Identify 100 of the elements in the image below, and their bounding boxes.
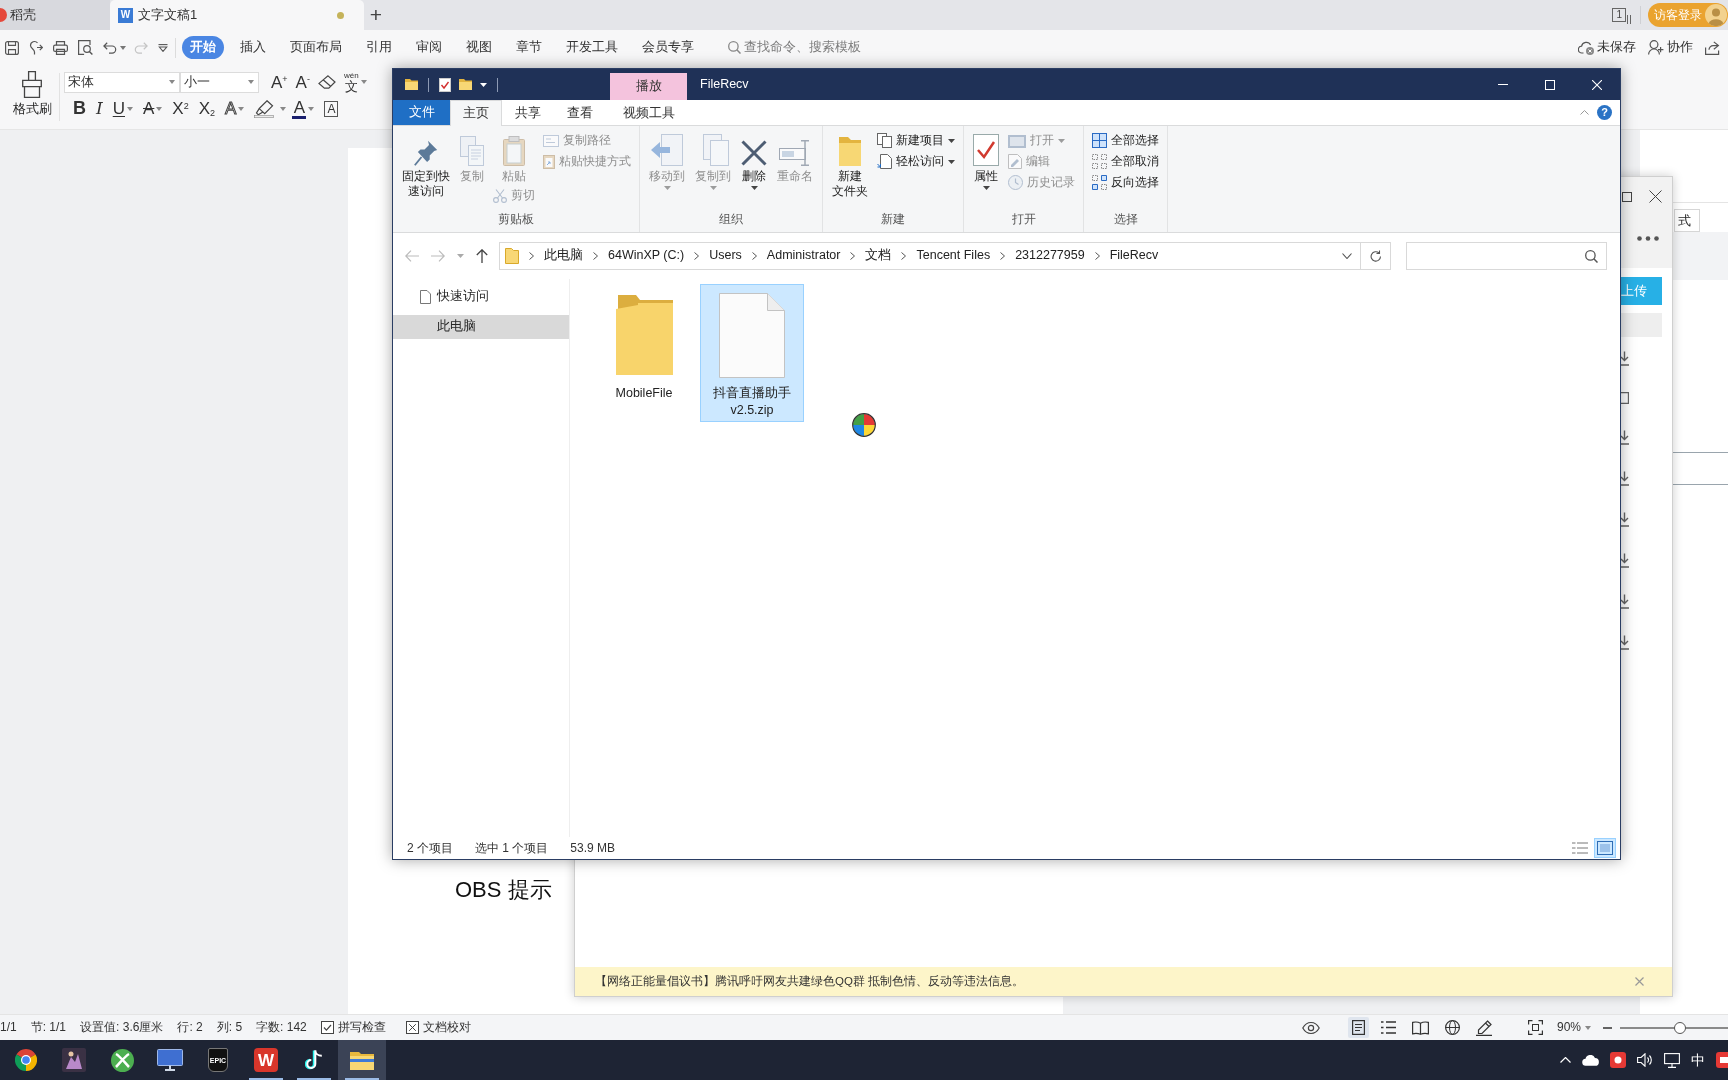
- taskbar-button[interactable]: W: [242, 1040, 290, 1080]
- folder-icon[interactable]: [405, 79, 418, 90]
- ribbon-tab[interactable]: 共享: [502, 100, 554, 126]
- folder-icon[interactable]: [459, 79, 472, 90]
- export-icon[interactable]: [29, 40, 43, 55]
- save-status-button[interactable]: 未保存: [1578, 39, 1636, 56]
- refresh-button[interactable]: [1361, 242, 1391, 270]
- new-folder-button[interactable]: 新建 文件夹: [829, 130, 871, 200]
- menu-tab[interactable]: 插入: [232, 36, 274, 59]
- print-preview-icon[interactable]: [78, 40, 93, 55]
- network-icon[interactable]: [1664, 1052, 1680, 1068]
- underline-button[interactable]: U: [108, 98, 137, 119]
- invert-button[interactable]: 反向选择: [1090, 172, 1161, 193]
- download-icon[interactable]: [1620, 430, 1629, 445]
- nav-item[interactable]: 快速访问: [393, 285, 569, 309]
- taskbar-button[interactable]: [338, 1040, 386, 1080]
- select-none-button[interactable]: 全部取消: [1090, 151, 1161, 172]
- document-tab[interactable]: W 文字文稿1: [110, 0, 364, 30]
- cloud-icon[interactable]: [1582, 1054, 1599, 1066]
- eraser-icon[interactable]: [317, 75, 336, 89]
- help-button[interactable]: ?: [1597, 105, 1612, 120]
- zoom-out-icon[interactable]: [1603, 1026, 1612, 1029]
- input-field[interactable]: [1620, 313, 1662, 337]
- minimize-icon[interactable]: [1497, 84, 1508, 85]
- save-icon[interactable]: [5, 40, 19, 55]
- new-item-button[interactable]: 新建项目: [875, 130, 957, 151]
- download-icon[interactable]: [1620, 635, 1629, 650]
- view-mode-button[interactable]: [1347, 1017, 1369, 1038]
- download-icon[interactable]: [1620, 594, 1629, 609]
- text-effect-button[interactable]: A: [221, 98, 249, 119]
- address-bar[interactable]: 此电脑 64WinXP (C:) Users Administrator 文档 Tencent Files 2312277959 FileRecv: [499, 242, 1361, 270]
- strikethrough-button[interactable]: A: [139, 98, 167, 119]
- font-size-field[interactable]: 小一: [180, 71, 259, 93]
- folder-item[interactable]: MobileFile: [592, 284, 696, 405]
- menu-tab[interactable]: 页面布局: [282, 36, 350, 59]
- breadcrumb[interactable]: Tencent Files: [916, 248, 991, 264]
- maximize-icon[interactable]: [1622, 191, 1632, 202]
- chevron-down-icon[interactable]: [1342, 253, 1352, 259]
- spell-check-button[interactable]: 拼写检查: [320, 1020, 386, 1035]
- format-painter-button[interactable]: 格式刷: [9, 65, 55, 129]
- document-tab[interactable]: 稻壳: [0, 0, 110, 30]
- breadcrumb[interactable]: Users: [709, 248, 742, 264]
- menu-tab[interactable]: 开始: [182, 36, 224, 59]
- ribbon-tab[interactable]: 视频工具: [610, 100, 687, 126]
- menu-tab[interactable]: 引用: [358, 36, 400, 59]
- select-all-button[interactable]: 全部选择: [1090, 130, 1161, 151]
- subscript-button[interactable]: X$_{2}$: [194, 98, 220, 119]
- download-icon[interactable]: [1620, 512, 1629, 527]
- close-icon[interactable]: [1649, 190, 1662, 203]
- menu-tab[interactable]: 视图: [458, 36, 500, 59]
- caret-icon[interactable]: [480, 82, 487, 87]
- search-field[interactable]: 查找命令、搜索模板: [728, 39, 868, 56]
- menu-tab[interactable]: 章节: [508, 36, 550, 59]
- phonetic-guide-button[interactable]: wén 文: [339, 71, 371, 93]
- volume-icon[interactable]: [1637, 1053, 1653, 1067]
- delete-button[interactable]: 删除: [738, 130, 770, 191]
- undo-icon[interactable]: [103, 41, 117, 54]
- superscript-button[interactable]: X$^{2}$: [168, 98, 193, 119]
- breadcrumb[interactable]: Administrator: [766, 248, 841, 264]
- properties-button[interactable]: 属性: [970, 130, 1002, 191]
- pin-button[interactable]: 固定到快 速访问: [399, 130, 453, 200]
- download-icon[interactable]: [1620, 553, 1629, 568]
- text-field[interactable]: 式: [1674, 209, 1700, 232]
- menu-tab[interactable]: 审阅: [408, 36, 450, 59]
- properties-icon[interactable]: [439, 77, 451, 92]
- input-method-button[interactable]: 中: [1691, 1053, 1705, 1067]
- app-icon[interactable]: [1716, 1052, 1728, 1068]
- share-icon[interactable]: [1705, 40, 1720, 55]
- italic-button[interactable]: I: [92, 98, 107, 119]
- new-tab-button[interactable]: +: [364, 0, 388, 30]
- slider-thumb[interactable]: [1674, 1021, 1687, 1034]
- customize-icon[interactable]: [158, 43, 168, 52]
- breadcrumb[interactable]: 64WinXP (C:): [608, 248, 685, 264]
- nav-item[interactable]: 此电脑: [393, 315, 569, 339]
- breadcrumb[interactable]: 此电脑: [544, 248, 583, 264]
- menu-tab[interactable]: 会员专享: [634, 36, 702, 59]
- more-icon[interactable]: [1637, 236, 1659, 241]
- proofread-button[interactable]: 文档校对: [405, 1020, 471, 1035]
- breadcrumb[interactable]: FileRecv: [1109, 248, 1159, 264]
- app-icon[interactable]: [1610, 1052, 1626, 1068]
- file-item[interactable]: 抖音直播助手v2.5.zip: [700, 284, 804, 422]
- ribbon-tab[interactable]: 主页: [450, 100, 502, 126]
- menu-tab[interactable]: 开发工具: [558, 36, 626, 59]
- breadcrumb[interactable]: 文档: [865, 248, 892, 264]
- bold-button[interactable]: B: [69, 98, 90, 119]
- font-shrink-button[interactable]: A$^{-}$: [291, 71, 314, 93]
- zoom-level-button[interactable]: 90%: [1556, 1020, 1591, 1035]
- eye-icon[interactable]: [1301, 1020, 1320, 1035]
- font-name-field[interactable]: 宋体: [64, 71, 180, 93]
- ribbon-tab[interactable]: 查看: [554, 100, 606, 126]
- view-button[interactable]: [1594, 838, 1616, 858]
- highlighter-icon[interactable]: [254, 99, 275, 118]
- font-color-button[interactable]: A: [288, 98, 319, 119]
- collaborate-button[interactable]: 协作: [1648, 39, 1693, 56]
- print-icon[interactable]: [53, 40, 68, 55]
- easy-access-button[interactable]: 轻松访问: [875, 151, 957, 172]
- font-grow-button[interactable]: A$^{+}$: [267, 71, 292, 93]
- download-icon[interactable]: [1620, 351, 1629, 366]
- breadcrumb[interactable]: 2312277959: [1015, 248, 1085, 264]
- search-field[interactable]: [1406, 242, 1607, 270]
